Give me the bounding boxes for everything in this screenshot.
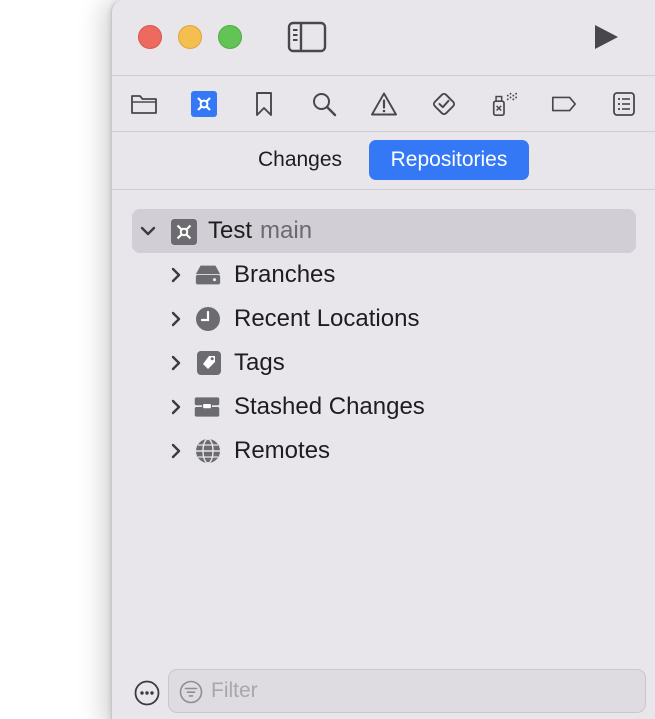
test-icon [432,92,456,116]
tree-item-recent-locations[interactable]: Recent Locations [132,297,636,341]
repository-icon [171,219,197,245]
chevron-right-icon[interactable] [166,353,186,373]
navigator-bar [112,77,655,132]
chevron-right-icon[interactable] [166,309,186,329]
tree-item-tags[interactable]: Tags [132,341,636,385]
chevron-down-icon[interactable] [138,221,158,241]
bookmark-icon [256,92,272,116]
tree-item-label: Tags [234,349,285,376]
filter-bar [112,660,655,719]
filter-icon [179,680,203,704]
tab-source-control-navigator[interactable] [190,90,218,118]
chevron-right-icon[interactable] [166,265,186,285]
zoom-button[interactable] [218,25,242,49]
tree-item-remotes[interactable]: Remotes [132,429,636,473]
tab-find-navigator[interactable] [310,90,338,118]
tab-project-navigator[interactable] [130,90,158,118]
branches-icon [195,265,221,285]
chevron-right-icon[interactable] [166,441,186,461]
tree-item-label: Recent Locations [234,305,420,332]
xcode-window: Changes Repositories Test main Branches … [111,0,655,719]
segmented-control: Changes Repositories [112,133,655,190]
repository-label: Test main [208,217,312,245]
run-button[interactable] [590,20,622,54]
run-icon [595,25,618,49]
branch-name: main [260,217,313,244]
tree-item-branches[interactable]: Branches [132,253,636,297]
source-control-icon [191,91,217,117]
repository-tree: Test main Branches Recent Locations Tags… [112,190,655,670]
repositories-tab[interactable]: Repositories [369,140,529,180]
filter-field[interactable] [168,669,646,713]
tree-item-label: Branches [234,261,336,288]
chevron-right-icon[interactable] [166,397,186,417]
tab-breakpoint-navigator[interactable] [550,90,578,118]
tab-test-navigator[interactable] [430,90,458,118]
globe-icon [196,438,220,464]
minimize-button[interactable] [178,25,202,49]
repository-row[interactable]: Test main [132,209,636,253]
tag-icon [197,351,221,375]
more-options-icon[interactable] [134,680,160,706]
clock-icon [196,307,220,331]
debug-spray-icon [492,92,518,117]
tree-item-stashed-changes[interactable]: Stashed Changes [132,385,636,429]
stash-box-icon [194,397,220,417]
sidebar-toggle-icon [287,21,327,53]
tab-report-navigator[interactable] [610,90,638,118]
tab-bookmark-navigator[interactable] [250,90,278,118]
warning-icon [371,92,397,116]
sidebar-toggle-button[interactable] [287,20,327,54]
search-icon [313,93,337,117]
tab-debug-navigator[interactable] [490,90,518,118]
report-icon [613,92,635,116]
breakpoint-icon [551,96,577,112]
close-button[interactable] [138,25,162,49]
repository-name: Test [208,217,253,244]
folder-icon [131,95,157,114]
changes-tab[interactable]: Changes [238,140,362,180]
title-bar [112,0,655,76]
tab-issue-navigator[interactable] [370,90,398,118]
tree-item-label: Stashed Changes [234,393,425,420]
filter-input[interactable] [211,676,631,706]
tree-item-label: Remotes [234,437,331,464]
